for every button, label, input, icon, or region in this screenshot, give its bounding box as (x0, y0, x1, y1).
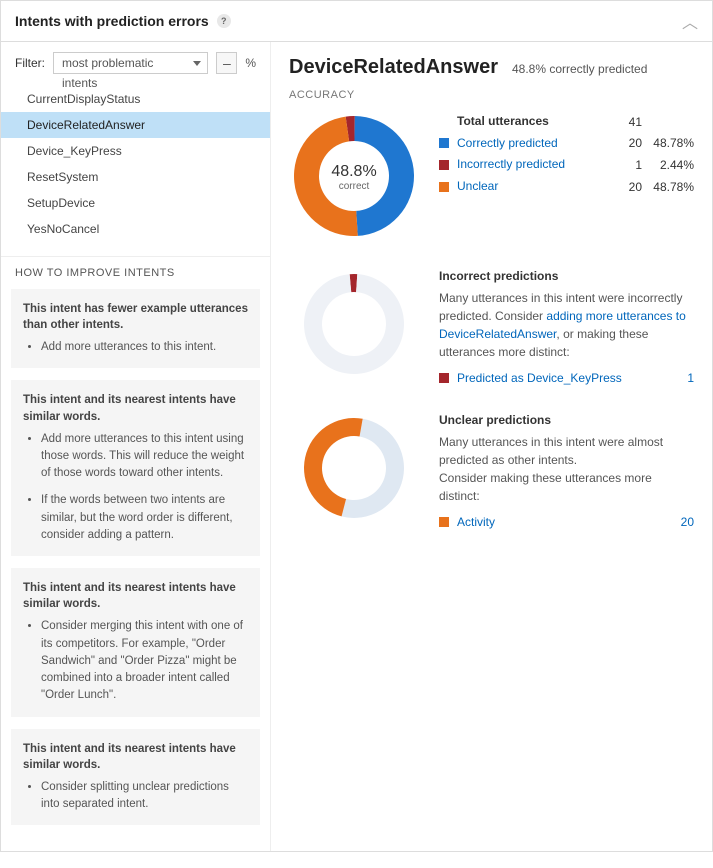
total-utterances-count: 41 (612, 115, 642, 129)
left-column: Filter: most problematic intents – % Cur… (1, 42, 271, 851)
intents-panel: Intents with prediction errors ? ︿ Filte… (0, 0, 713, 852)
tip-card: This intent has fewer example utterances… (11, 289, 260, 368)
tip-head: This intent and its nearest intents have… (23, 580, 248, 612)
accuracy-donut: 48.8%correct (289, 111, 419, 241)
tip-bullet-list: Add more utterances to this intent. (23, 339, 248, 356)
breakdown-pct: 2.44% (642, 158, 694, 172)
panel-header: Intents with prediction errors ? ︿ (1, 1, 712, 42)
incorrect-item-label[interactable]: Predicted as Device_KeyPress (457, 371, 666, 385)
right-column: DeviceRelatedAnswer 48.8% correctly pred… (271, 42, 712, 851)
breakdown-row: Unclear2048.78% (439, 176, 694, 198)
detail-subtitle: 48.8% correctly predicted (512, 62, 647, 76)
breakdown-count: 1 (612, 158, 642, 172)
accuracy-label: ACCURACY (289, 89, 694, 101)
breakdown-pct: 48.78% (642, 180, 694, 194)
tip-card: This intent and its nearest intents have… (11, 729, 260, 826)
intent-item[interactable]: YesNoCancel (1, 216, 270, 242)
unclear-head: Unclear predictions (439, 413, 694, 427)
intent-item[interactable]: ResetSystem (1, 164, 270, 190)
filter-pct-label: % (245, 56, 256, 70)
breakdown-count: 20 (612, 136, 642, 150)
breakdown-label[interactable]: Unclear (457, 179, 612, 195)
collapse-chevron-up-icon[interactable]: ︿ (682, 9, 698, 33)
unclear-desc-line2: Consider making these utterances more di… (439, 471, 652, 503)
panel-body: Filter: most problematic intents – % Cur… (1, 42, 712, 851)
legend-swatch (439, 517, 449, 527)
panel-title-row: Intents with prediction errors ? (15, 13, 231, 29)
svg-text:48.8%: 48.8% (331, 163, 376, 180)
intent-item[interactable]: CurrentDisplayStatus (1, 86, 270, 112)
incorrect-item-count[interactable]: 1 (666, 371, 694, 385)
tip-bullet-list: Consider merging this intent with one of… (23, 618, 248, 704)
tip-bullet: Consider merging this intent with one of… (41, 618, 248, 704)
breakdown-row: Correctly predicted2048.78% (439, 133, 694, 155)
total-utterances-row: Total utterances 41 (439, 111, 694, 133)
intent-item[interactable]: Device_KeyPress (1, 138, 270, 164)
intent-list: CurrentDisplayStatusDeviceRelatedAnswerD… (1, 86, 270, 242)
tip-card: This intent and its nearest intents have… (11, 568, 260, 716)
unclear-donut (289, 413, 419, 523)
breakdown-label[interactable]: Incorrectly predicted (457, 157, 612, 173)
breakdown-count: 20 (612, 180, 642, 194)
incorrect-donut (289, 269, 419, 379)
incorrect-head: Incorrect predictions (439, 269, 694, 283)
unclear-item-row: Activity20 (439, 515, 694, 529)
help-icon[interactable]: ? (217, 14, 231, 28)
filter-label: Filter: (15, 56, 45, 70)
accuracy-block: 48.8%correct Total utterances 41 Correct… (289, 111, 694, 241)
svg-text:correct: correct (339, 181, 370, 192)
unclear-desc-line1: Many utterances in this intent were almo… (439, 435, 663, 467)
accuracy-stats: Total utterances 41 Correctly predicted2… (439, 111, 694, 197)
tip-bullet-list: Add more utterances to this intent using… (23, 431, 248, 545)
unclear-desc: Many utterances in this intent were almo… (439, 433, 694, 505)
incorrect-desc: Many utterances in this intent were inco… (439, 289, 694, 361)
breakdown-row: Incorrectly predicted12.44% (439, 154, 694, 176)
breakdown-pct: 48.78% (642, 136, 694, 150)
legend-swatch (439, 182, 449, 192)
tip-card: This intent and its nearest intents have… (11, 380, 260, 556)
tip-bullet: If the words between two intents are sim… (41, 492, 248, 544)
tip-bullet: Add more utterances to this intent. (41, 339, 248, 356)
panel-title: Intents with prediction errors (15, 13, 209, 29)
legend-swatch (439, 373, 449, 383)
filter-row: Filter: most problematic intents – % (1, 52, 270, 84)
detail-title-row: DeviceRelatedAnswer 48.8% correctly pred… (289, 56, 694, 79)
total-utterances-label: Total utterances (457, 114, 612, 130)
tip-head: This intent and its nearest intents have… (23, 741, 248, 773)
legend-swatch (439, 160, 449, 170)
incorrect-stats: Incorrect predictions Many utterances in… (439, 269, 694, 385)
filter-minus-button[interactable]: – (216, 52, 237, 74)
tip-bullet: Add more utterances to this intent using… (41, 431, 248, 483)
howto-title: HOW TO IMPROVE INTENTS (1, 267, 270, 289)
tip-head: This intent has fewer example utterances… (23, 301, 248, 333)
incorrect-block: Incorrect predictions Many utterances in… (289, 269, 694, 385)
tip-bullet: Consider splitting unclear predictions i… (41, 779, 248, 814)
tips-container: This intent has fewer example utterances… (1, 289, 270, 825)
legend-swatch (439, 138, 449, 148)
intent-item[interactable]: DeviceRelatedAnswer (1, 112, 270, 138)
incorrect-item-row: Predicted as Device_KeyPress1 (439, 371, 694, 385)
intent-item[interactable]: SetupDevice (1, 190, 270, 216)
tip-head: This intent and its nearest intents have… (23, 392, 248, 424)
unclear-stats: Unclear predictions Many utterances in t… (439, 413, 694, 529)
unclear-item-count[interactable]: 20 (666, 515, 694, 529)
divider (1, 256, 270, 257)
unclear-block: Unclear predictions Many utterances in t… (289, 413, 694, 529)
breakdown-label[interactable]: Correctly predicted (457, 136, 612, 152)
detail-title: DeviceRelatedAnswer (289, 56, 498, 79)
filter-select[interactable]: most problematic intents (53, 52, 208, 74)
tip-bullet-list: Consider splitting unclear predictions i… (23, 779, 248, 814)
spacer (439, 117, 449, 127)
unclear-item-label[interactable]: Activity (457, 515, 666, 529)
